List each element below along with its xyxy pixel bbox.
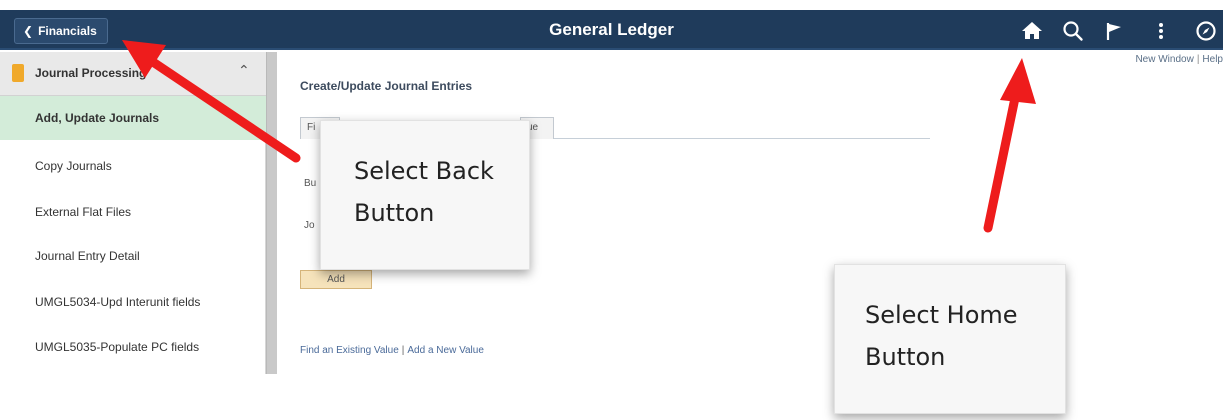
header-bar: ❮ Financials General Ledger: [0, 10, 1223, 50]
search-icon[interactable]: [1059, 17, 1087, 45]
page-title: Create/Update Journal Entries: [300, 79, 473, 93]
flag-icon[interactable]: [1100, 17, 1128, 45]
sidebar-item-add-update-journals[interactable]: Add, Update Journals: [0, 96, 266, 140]
new-window-link[interactable]: New Window: [1135, 54, 1193, 65]
callout-back-line-2: Button: [354, 199, 435, 227]
help-link[interactable]: Help: [1202, 54, 1223, 65]
find-existing-value-link[interactable]: Find an Existing Value: [300, 345, 399, 356]
compass-icon[interactable]: [1192, 17, 1220, 45]
sidebar-item-external-flat-files[interactable]: External Flat Files: [0, 190, 266, 234]
top-links: New Window | Help: [1135, 54, 1223, 65]
callout-home-line-1: Select Home: [865, 301, 1018, 329]
top-links-separator: |: [1196, 54, 1200, 65]
bottom-links-separator: |: [401, 345, 405, 356]
sidebar-item-umgl5034[interactable]: UMGL5034-Upd Interunit fields: [0, 280, 266, 324]
callout-back-line-1: Select Back: [354, 157, 494, 185]
sidebar-scrollbar[interactable]: [266, 52, 277, 374]
sidebar-section-header[interactable]: Journal Processing ⌃: [0, 52, 266, 96]
arrow-to-home-icon: [983, 58, 1036, 233]
folder-icon: [12, 64, 24, 82]
add-new-value-link[interactable]: Add a New Value: [407, 345, 484, 356]
sidebar: Journal Processing ⌃ Add, Update Journal…: [0, 52, 266, 374]
bottom-links: Find an Existing Value | Add a New Value: [300, 345, 484, 356]
sidebar-section-label: Journal Processing: [35, 66, 147, 80]
journal-id-label: Jo: [304, 220, 315, 231]
callout-home-line-2: Button: [865, 343, 946, 371]
sidebar-item-copy-journals[interactable]: Copy Journals: [0, 144, 266, 188]
chevron-up-icon[interactable]: ⌃: [238, 62, 250, 79]
sidebar-item-journal-entry-detail[interactable]: Journal Entry Detail: [0, 234, 266, 278]
callout-select-home: Select Home Button: [834, 264, 1066, 414]
add-button[interactable]: Add: [300, 270, 372, 289]
callout-select-back: Select Back Button: [320, 120, 530, 270]
sidebar-item-umgl5035[interactable]: UMGL5035-Populate PC fields: [0, 325, 266, 369]
business-unit-label: Bu: [304, 178, 317, 189]
tab-find-existing-label: Fi: [307, 122, 316, 133]
home-icon[interactable]: [1018, 17, 1046, 45]
more-vertical-icon[interactable]: [1147, 17, 1175, 45]
